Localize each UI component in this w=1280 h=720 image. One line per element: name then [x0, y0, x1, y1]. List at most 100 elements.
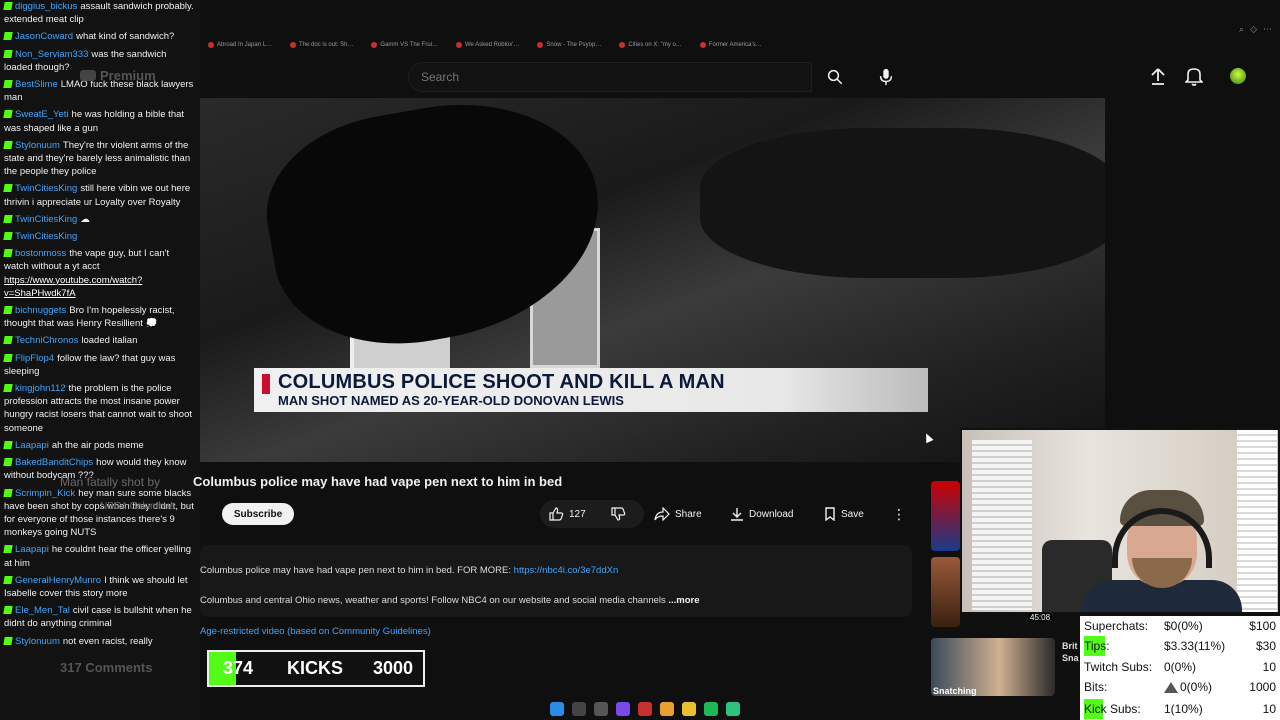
stat-twitch-subs: Twitch Subs: 0(0%) 10 [1084, 657, 1276, 677]
kick-badge-icon [3, 545, 13, 554]
kick-badge-icon [3, 110, 13, 119]
bookmark-item[interactable]: We Asked Roblox'… [456, 42, 519, 48]
chat-username[interactable]: Laapapi [15, 544, 49, 555]
app-icon[interactable] [726, 702, 740, 716]
kick-badge-icon [3, 575, 13, 584]
chat-username[interactable]: TechniChronos [15, 335, 78, 346]
extension-icon[interactable]: ◇ [1250, 24, 1257, 35]
chat-username[interactable]: diggius_bickus [15, 1, 77, 12]
favicon-icon [371, 42, 378, 48]
chat-username[interactable]: Stylonuum [15, 140, 60, 151]
kick-badge-icon [3, 80, 13, 89]
thumbs-up-icon [549, 507, 564, 521]
menu-icon[interactable]: ⋯ [1263, 24, 1272, 35]
channel-name[interactable]: NBC4 Columbus [100, 501, 174, 512]
kick-badge-icon [3, 249, 13, 258]
stat-value: $0(0%) [1164, 619, 1203, 633]
save-button[interactable]: Save [824, 503, 864, 525]
chat-username[interactable]: Ele_Men_Tal [15, 605, 70, 616]
stat-goal: $30 [1255, 639, 1276, 653]
app-icon[interactable] [616, 702, 630, 716]
share-button[interactable]: Share [654, 503, 702, 525]
description-box[interactable] [200, 545, 912, 617]
chat-username[interactable]: BakedBanditChips [15, 457, 93, 468]
bookmark-label: Abroad In Japan L… [217, 42, 273, 48]
video-duration-badge: 45:08 [1028, 613, 1053, 622]
chat-username[interactable]: Non_Serviam333 [15, 49, 88, 60]
chat-username[interactable]: kingjohn112 [15, 383, 66, 394]
youtube-logo[interactable]: Premium [80, 68, 156, 83]
share-icon [654, 507, 670, 521]
chat-username[interactable]: BestSlime [15, 79, 58, 90]
create-button[interactable] [1148, 66, 1168, 91]
search-button[interactable] [814, 62, 856, 92]
bookmark-icon [825, 507, 835, 521]
bookmark-item[interactable]: Gamm VS The Frui… [371, 42, 438, 48]
description-more-link[interactable]: ...more [668, 595, 699, 606]
bell-icon [1184, 68, 1204, 86]
kick-badge-icon [3, 458, 13, 467]
chat-message: TwinCitiesKing [0, 230, 200, 247]
recommended-thumbnail[interactable] [931, 481, 960, 551]
chat-username[interactable]: Scrimpin_Kick [15, 488, 75, 499]
chat-link[interactable]: https://www.youtube.com/watch?v=ShaPHwdk… [4, 275, 142, 299]
kick-badge-icon [3, 2, 13, 10]
bits-icon [1164, 682, 1178, 694]
app-icon[interactable] [638, 702, 652, 716]
chat-message: TechniChronos loaded italian [0, 334, 200, 351]
download-button[interactable]: Download [730, 503, 793, 525]
chat-message: JasonCoward what kind of sandwich? [0, 30, 200, 47]
search-input[interactable] [421, 70, 811, 84]
kick-badge-icon [3, 32, 13, 41]
description-link[interactable]: https://nbc4i.co/3e7ddXn [514, 565, 619, 576]
search-taskbar-icon[interactable] [572, 702, 586, 716]
voice-search-button[interactable] [872, 62, 900, 92]
kick-badge-icon [3, 636, 13, 645]
stat-goal: 10 [1262, 702, 1276, 716]
bookmarks-bar: Abroad In Japan L… The doc is out: Sh… Gam… [200, 36, 1280, 54]
task-view-icon[interactable] [594, 702, 608, 716]
search-box[interactable] [408, 62, 812, 92]
search-icon [827, 69, 843, 85]
chat-username[interactable]: FlipFlop4 [15, 353, 54, 364]
kick-badge-icon [3, 606, 13, 615]
bookmark-item[interactable]: The doc is out: Sh… [290, 42, 353, 48]
chrome-icon[interactable] [660, 702, 674, 716]
recommended-title[interactable]: Brit Sna [1062, 640, 1079, 664]
like-button[interactable]: 127 [548, 503, 586, 525]
chat-username[interactable]: GeneralHenryMunro [15, 575, 101, 586]
chat-username[interactable]: TwinCitiesKing [15, 231, 77, 242]
chat-username[interactable]: SweatE_Yeti [15, 109, 69, 120]
chat-username[interactable]: Stylonuum [15, 636, 60, 647]
folder-icon[interactable] [682, 702, 696, 716]
recommended-thumbnail[interactable] [931, 557, 960, 627]
notifications-button[interactable] [1184, 66, 1204, 91]
chat-username[interactable]: bichnuggets [15, 305, 66, 316]
zoom-icon[interactable]: ⌕ [1239, 24, 1244, 35]
account-avatar[interactable] [1230, 68, 1246, 84]
more-actions-button[interactable]: ⋮ [892, 503, 906, 525]
bookmark-item[interactable]: Abroad In Japan L… [208, 42, 272, 48]
chat-text: what kind of sandwich? [76, 31, 175, 43]
chat-username[interactable]: Laapapi [15, 440, 49, 451]
bookmark-item[interactable]: Former America's… [699, 42, 762, 48]
bookmark-item[interactable]: Cities on X: "my o… [619, 42, 682, 48]
chat-username[interactable]: TwinCitiesKing [15, 183, 77, 194]
stat-goal: 1000 [1249, 680, 1276, 694]
chat-username[interactable]: JasonCoward [15, 31, 73, 42]
news-lower-third: COLUMBUS POLICE SHOOT AND KILL A MAN MAN… [254, 368, 928, 412]
age-restricted-notice[interactable]: Age-restricted video (based on Community… [200, 626, 431, 637]
spotify-icon[interactable] [704, 702, 718, 716]
stat-goal: $100 [1249, 619, 1276, 633]
subscribe-button[interactable]: Subscribe [222, 503, 294, 525]
dislike-button[interactable] [610, 503, 626, 525]
favicon-icon [537, 42, 544, 48]
bookmark-item[interactable]: Snow - The Psyop… [537, 42, 601, 48]
stat-kick-subs: Kick Subs: 1(10%) 10 [1084, 699, 1276, 719]
favicon-icon [290, 42, 297, 48]
chat-username[interactable]: bostonmoss [15, 248, 66, 259]
start-icon[interactable] [550, 702, 564, 716]
taskbar [550, 699, 740, 719]
chat-message: TwinCitiesKing ☁ [0, 213, 200, 230]
chat-username[interactable]: TwinCitiesKing [15, 214, 77, 225]
